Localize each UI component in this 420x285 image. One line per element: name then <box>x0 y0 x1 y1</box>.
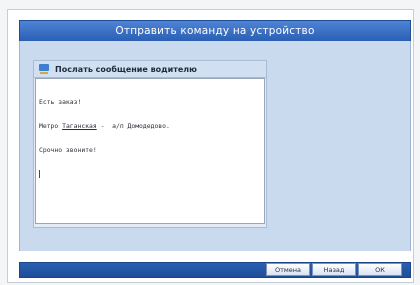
back-button[interactable]: Назад <box>312 263 356 276</box>
message-line-2: Метро Таганская - а/п Домодедово. <box>39 122 261 130</box>
dialog-title: Отправить команду на устройство <box>115 25 315 37</box>
dialog-titlebar: Отправить команду на устройство <box>19 20 411 42</box>
message-panel-title: Послать сообщение водителю <box>55 64 197 74</box>
message-line-1: Есть заказ! <box>39 98 82 106</box>
message-panel-header: Послать сообщение водителю <box>34 61 266 78</box>
message-textarea[interactable]: Есть заказ! Метро Таганская - а/п Домоде… <box>35 78 265 224</box>
text-caret <box>39 170 40 178</box>
message-line-4 <box>39 170 261 178</box>
message-line-2-suffix: - а/п Домодедово. <box>96 122 170 130</box>
ok-button[interactable]: ОК <box>358 263 402 276</box>
computer-icon <box>39 64 49 74</box>
cancel-button[interactable]: Отмена <box>266 263 310 276</box>
message-line-2-prefix: Метро <box>39 122 63 130</box>
message-station: Таганская <box>62 122 97 130</box>
message-line-3: Срочно звоните! <box>39 146 97 154</box>
